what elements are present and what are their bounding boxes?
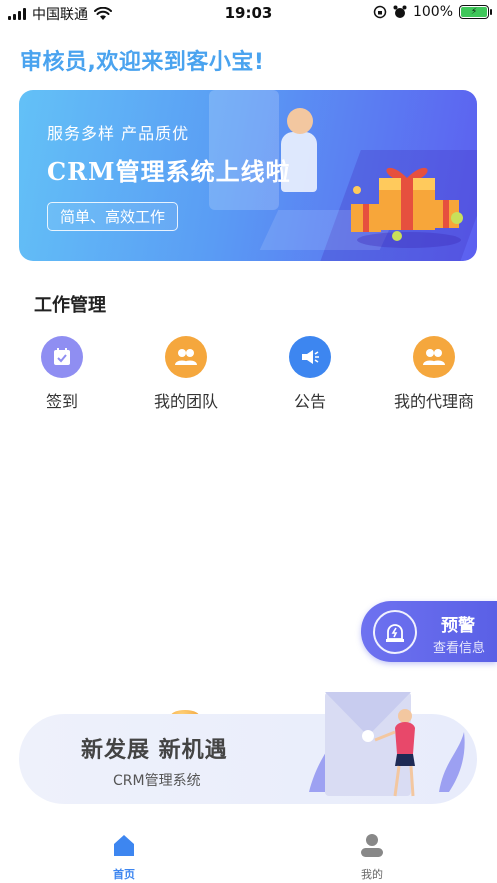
- status-bar: 中国联通 19:03 100% ⚡: [0, 0, 497, 26]
- status-right: 100% ⚡: [373, 4, 492, 20]
- grid-item-checkin[interactable]: 签到: [7, 336, 117, 412]
- welcome-title: 审核员,欢迎来到客小宝!: [20, 50, 265, 75]
- banner-figure-head: [287, 108, 313, 134]
- user-icon: [361, 834, 383, 857]
- alarm-icon: [393, 5, 407, 18]
- promo-title: 新发展 新机遇: [81, 738, 228, 763]
- orientation-lock-icon: [373, 5, 387, 19]
- alert-button[interactable]: 预警 查看信息: [361, 601, 497, 662]
- tab-home[interactable]: 首页: [84, 832, 164, 882]
- section-title-work: 工作管理: [34, 295, 106, 316]
- gift-box-icon: [351, 167, 463, 248]
- team-icon: [165, 336, 207, 378]
- calendar-check-icon: [41, 336, 83, 378]
- grid-label: 公告: [293, 392, 326, 411]
- promo-card[interactable]: 新发展 新机遇 CRM管理系统: [19, 692, 477, 804]
- tab-bar: 首页 我的: [0, 820, 497, 883]
- grid-label: 我的团队: [153, 392, 218, 411]
- grid-item-announcement[interactable]: 公告: [255, 336, 365, 412]
- battery-icon: ⚡: [459, 5, 492, 19]
- grid-label: 签到: [45, 392, 78, 411]
- promo-banner[interactable]: 服务多样 产品质优 CRM管理系统上线啦 简单、高效工作: [19, 90, 477, 261]
- banner-decoration: [209, 90, 279, 210]
- battery-percent: 100%: [412, 4, 453, 20]
- siren-icon: [373, 610, 417, 654]
- envelope-person-illustration: [309, 692, 465, 797]
- alert-subtitle: 查看信息: [433, 641, 486, 656]
- grid-item-my-team[interactable]: 我的团队: [131, 336, 241, 412]
- grid-item-my-agents[interactable]: 我的代理商: [379, 336, 489, 412]
- agent-icon: [413, 336, 455, 378]
- tab-label-mine: 我的: [361, 868, 383, 881]
- tab-label-home: 首页: [113, 868, 135, 881]
- megaphone-icon: [289, 336, 331, 378]
- grid-label: 我的代理商: [393, 392, 474, 411]
- tab-mine[interactable]: 我的: [332, 832, 412, 882]
- banner-title: CRM管理系统上线啦: [47, 157, 291, 186]
- promo-subtitle: CRM管理系统: [113, 773, 201, 789]
- banner-button[interactable]: 简单、高效工作: [47, 202, 179, 231]
- banner-subtitle: 服务多样 产品质优: [47, 124, 190, 143]
- home-icon: [114, 835, 134, 856]
- alert-title: 预警: [441, 616, 475, 636]
